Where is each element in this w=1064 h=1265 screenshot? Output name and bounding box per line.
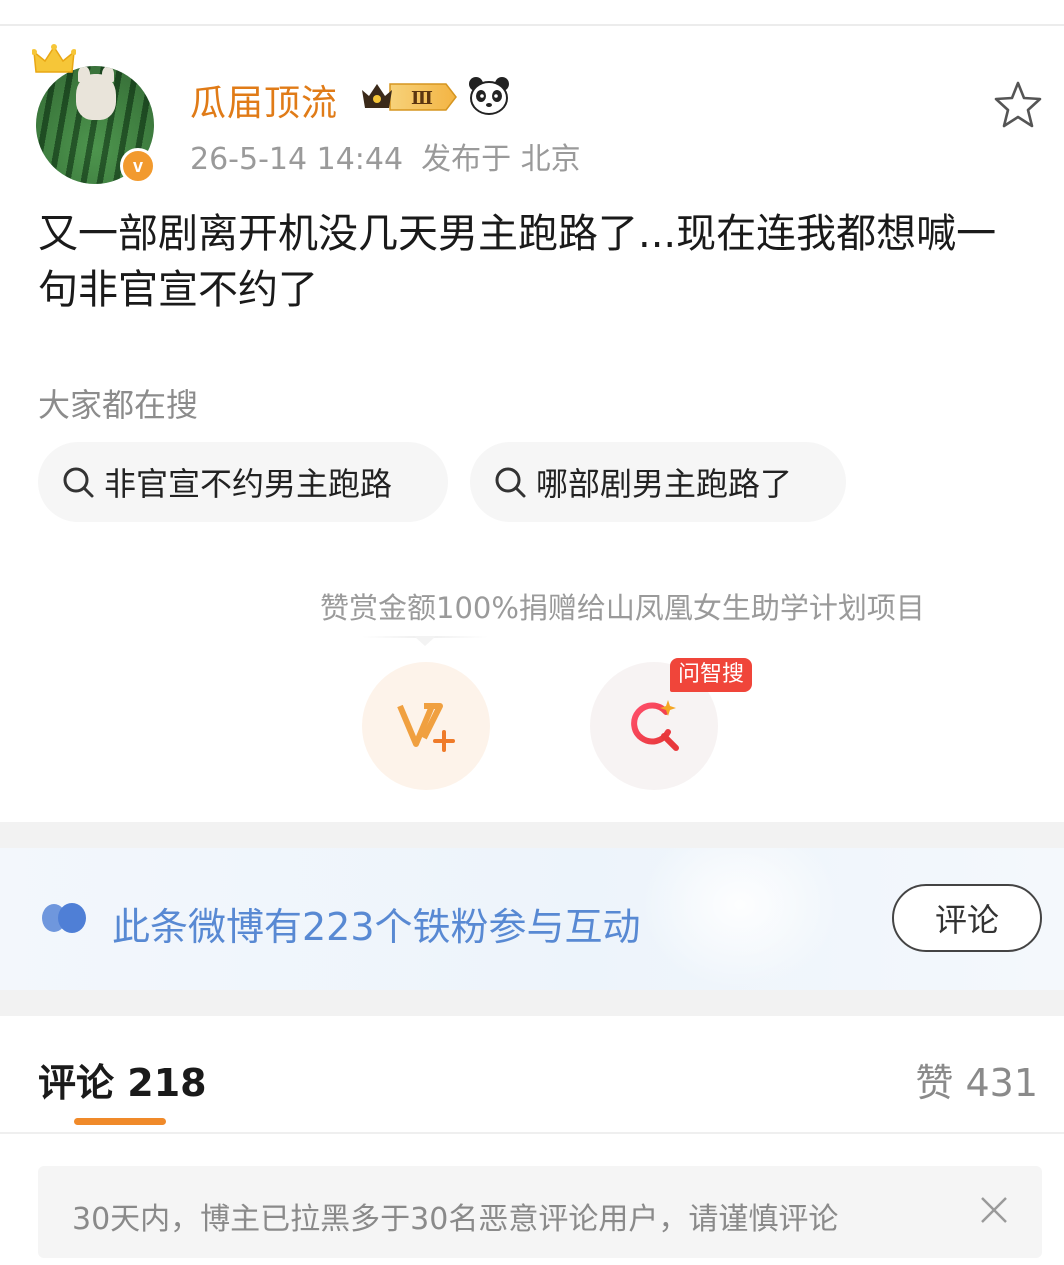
search-chip-label: 哪部剧男主跑路了 bbox=[536, 465, 793, 503]
search-chip[interactable]: 非官宣不约男主跑路 bbox=[38, 442, 448, 522]
badge-level-text: Ⅲ bbox=[411, 88, 433, 109]
crown-icon bbox=[32, 44, 76, 73]
ask-search-icon bbox=[631, 700, 679, 751]
fans-interaction-text: 此条微博有223个铁粉参与互动 bbox=[112, 905, 641, 949]
ask-search-tag: 问智搜 bbox=[670, 658, 753, 692]
panda-icon bbox=[469, 77, 509, 115]
comment-notice: 30天内，博主已拉黑多于30名恶意评论用户，请谨慎评论 bbox=[38, 1166, 1042, 1258]
fans-icon bbox=[42, 903, 86, 933]
post-meta: 26-5-14 14:44 发布于 北京 bbox=[190, 134, 581, 178]
verified-icon: v bbox=[120, 148, 156, 184]
search-icon bbox=[63, 467, 94, 498]
close-icon[interactable] bbox=[978, 1194, 1010, 1226]
tab-comments-count: 218 bbox=[127, 1061, 207, 1105]
favorite-star-icon[interactable] bbox=[993, 80, 1043, 128]
donate-pointer bbox=[362, 636, 488, 646]
section-gap bbox=[0, 822, 1064, 848]
section-gap bbox=[0, 990, 1064, 1016]
post-date: 26-5-14 14:44 bbox=[190, 142, 404, 177]
comment-button[interactable]: 评论 bbox=[892, 884, 1042, 952]
avatar[interactable]: v bbox=[32, 44, 156, 184]
post-location: 发布于 北京 bbox=[421, 142, 581, 177]
username[interactable]: 瓜届顶流 bbox=[190, 74, 338, 126]
tab-likes[interactable]: 赞 431 bbox=[915, 1052, 1038, 1107]
tab-comments-label: 评论 bbox=[38, 1061, 115, 1105]
search-chip[interactable]: 哪部剧男主跑路了 bbox=[470, 442, 846, 522]
reward-button[interactable] bbox=[362, 662, 490, 790]
donate-notice: 赞赏金额100%捐赠给山凤凰女生助学计划项目 bbox=[320, 591, 925, 625]
tab-likes-count: 431 bbox=[965, 1061, 1038, 1105]
tab-comments[interactable]: 评论 218 bbox=[38, 1052, 207, 1107]
comment-notice-text: 30天内，博主已拉黑多于30名恶意评论用户，请谨慎评论 bbox=[72, 1202, 839, 1237]
reward-v-plus-icon bbox=[397, 703, 455, 752]
top-divider bbox=[0, 24, 1064, 26]
active-tab-indicator bbox=[74, 1118, 166, 1125]
search-section-title: 大家都在搜 bbox=[38, 386, 199, 424]
tab-divider bbox=[0, 1132, 1064, 1134]
level-badge-icon[interactable]: Ⅲ bbox=[360, 78, 460, 116]
tab-likes-label: 赞 bbox=[915, 1061, 954, 1105]
search-chip-label: 非官宣不约男主跑路 bbox=[104, 465, 393, 503]
search-icon bbox=[495, 467, 526, 498]
post-content: 又一部剧离开机没几天男主跑路了...现在连我都想喊一句非官宣不约了 bbox=[38, 211, 997, 313]
